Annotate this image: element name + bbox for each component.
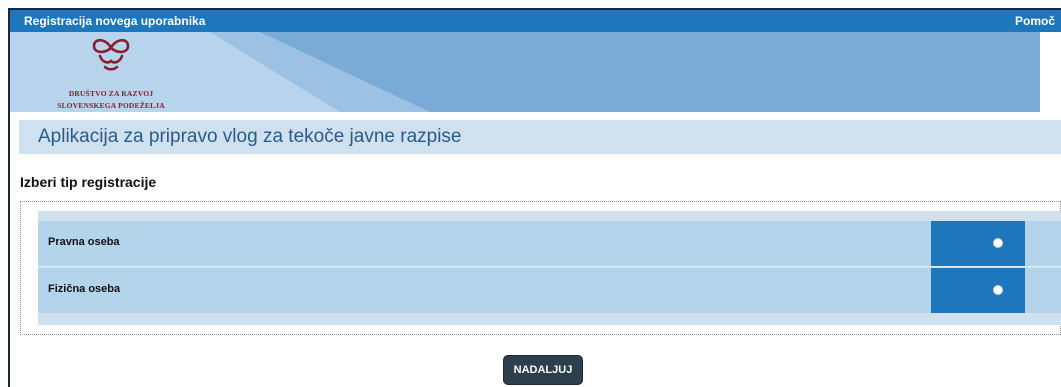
logo-text-line2: SLOVENSKEGA PODEŽELJA [57, 101, 165, 110]
option-label: Pravna oseba [48, 236, 120, 248]
option-row-legal-entity[interactable]: Pravna oseba [38, 221, 1061, 267]
top-bar: Registracija novega uporabnika Pomoč [10, 10, 1061, 32]
radio-cell [931, 221, 1025, 266]
help-link[interactable]: Pomoč [1015, 14, 1055, 28]
option-row-natural-person[interactable]: Fizična oseba [38, 268, 1061, 313]
page-header-title: Registracija novega uporabnika [24, 14, 206, 28]
continue-button[interactable]: NADALJUJ [503, 355, 583, 385]
radio-cell [931, 268, 1025, 313]
header-banner: DRUŠTVO ZA RAZVOJ SLOVENSKEGA PODEŽELJA [10, 32, 1040, 112]
app-frame: Registracija novega uporabnika Pomoč DRU… [8, 8, 1061, 387]
section-heading: Izberi tip registracije [20, 174, 157, 190]
knot-logo-icon [92, 38, 130, 71]
legal-entity-radio[interactable] [993, 238, 1003, 248]
logo-text-line1: DRUŠTVO ZA RAZVOJ [68, 89, 154, 98]
app-title: Aplikacija za pripravo vlog za tekoče ja… [38, 126, 462, 147]
natural-person-radio[interactable] [993, 285, 1003, 295]
registration-type-fieldset: Pravna oseba Fizična oseba [20, 201, 1061, 335]
organization-logo: DRUŠTVO ZA RAZVOJ SLOVENSKEGA PODEŽELJA [46, 32, 176, 112]
registration-options-table: Pravna oseba Fizična oseba [38, 211, 1061, 325]
app-title-band: Aplikacija za pripravo vlog za tekoče ja… [19, 120, 1061, 154]
option-label: Fizična oseba [48, 283, 121, 295]
